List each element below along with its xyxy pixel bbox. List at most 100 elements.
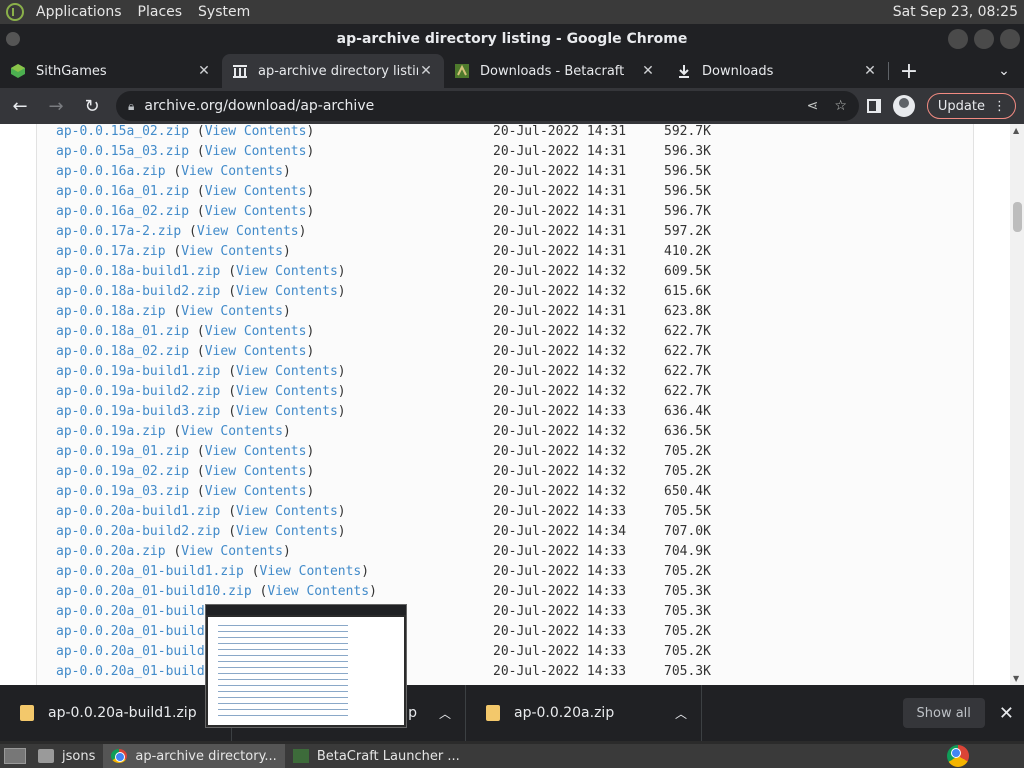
tray-chrome-icon[interactable] — [947, 745, 969, 767]
menu-applications[interactable]: Applications — [28, 0, 130, 24]
show-desktop-icon[interactable] — [4, 748, 26, 764]
view-contents-link[interactable]: View Contents — [205, 444, 307, 459]
file-link[interactable]: ap-0.0.18a-build2.zip — [56, 284, 220, 299]
close-tab-icon[interactable]: ✕ — [862, 63, 878, 79]
update-button[interactable]: Update ⋮ — [926, 93, 1016, 119]
lock-icon[interactable]: 🔒︎ — [128, 99, 134, 114]
view-contents-link[interactable]: View Contents — [181, 304, 283, 319]
view-contents-link[interactable]: View Contents — [236, 364, 338, 379]
view-contents-link[interactable]: View Contents — [205, 344, 307, 359]
close-tab-icon[interactable]: ✕ — [418, 63, 434, 79]
window-thumbnail-preview[interactable] — [205, 604, 407, 728]
view-contents-link[interactable]: View Contents — [236, 264, 338, 279]
file-link[interactable]: ap-0.0.17a-2.zip — [56, 224, 181, 239]
file-link[interactable]: ap-0.0.16a.zip — [56, 164, 166, 179]
chevron-up-icon[interactable]: ︿ — [439, 705, 451, 722]
file-link[interactable]: ap-0.0.15a_03.zip — [56, 144, 189, 159]
file-link[interactable]: ap-0.0.20a_01-build — [56, 624, 205, 639]
distro-logo-icon[interactable] — [6, 3, 24, 21]
view-contents-link[interactable]: View Contents — [236, 284, 338, 299]
file-link[interactable]: ap-0.0.20a_01-build — [56, 604, 205, 619]
maximize-button[interactable] — [974, 29, 994, 49]
view-contents-link[interactable]: View Contents — [267, 584, 369, 599]
file-link[interactable]: ap-0.0.19a.zip — [56, 424, 166, 439]
profile-avatar-icon[interactable] — [892, 95, 915, 117]
file-link[interactable]: ap-0.0.18a_01.zip — [56, 324, 189, 339]
file-link[interactable]: ap-0.0.16a_02.zip — [56, 204, 189, 219]
scrollbar-thumb[interactable] — [1013, 202, 1022, 232]
task-chrome[interactable]: ap-archive directory... — [103, 744, 285, 768]
file-link[interactable]: ap-0.0.15a_02.zip — [56, 124, 189, 139]
tab-sithgames[interactable]: SithGames ✕ — [0, 54, 222, 88]
tab-ap-archive[interactable]: ap-archive directory listing ✕ — [222, 54, 444, 88]
view-contents-link[interactable]: View Contents — [236, 384, 338, 399]
reload-icon[interactable]: ↻ — [76, 90, 108, 122]
file-link[interactable]: ap-0.0.20a_01-build1.zip — [56, 564, 244, 579]
table-row: ap-0.0.19a_01.zip (View Contents) 20-Jul-… — [56, 442, 756, 462]
file-link[interactable]: ap-0.0.18a_02.zip — [56, 344, 189, 359]
side-panel-icon[interactable] — [866, 99, 881, 113]
minimize-button[interactable] — [948, 29, 968, 49]
view-contents-link[interactable]: View Contents — [205, 204, 307, 219]
view-contents-link[interactable]: View Contents — [181, 424, 283, 439]
view-contents-link[interactable]: View Contents — [197, 224, 299, 239]
file-link[interactable]: ap-0.0.20a_01-build10.zip — [56, 584, 252, 599]
file-link[interactable]: ap-0.0.19a-build2.zip — [56, 384, 220, 399]
file-link[interactable]: ap-0.0.18a.zip — [56, 304, 166, 319]
window-menu-button[interactable] — [6, 32, 20, 46]
download-item[interactable]: ap-0.0.20a-build1.zip — [0, 685, 232, 741]
file-link[interactable]: ap-0.0.17a.zip — [56, 244, 166, 259]
clock[interactable]: Sat Sep 23, 08:25 — [893, 4, 1024, 20]
close-tab-icon[interactable]: ✕ — [196, 63, 212, 79]
file-link[interactable]: ap-0.0.19a_02.zip — [56, 464, 189, 479]
file-link[interactable]: ap-0.0.20a_01-build — [56, 644, 205, 659]
file-link[interactable]: ap-0.0.19a-build1.zip — [56, 364, 220, 379]
url-text[interactable]: archive.org/download/ap-archive — [144, 98, 374, 114]
menu-places[interactable]: Places — [130, 0, 191, 24]
view-contents-link[interactable]: View Contents — [205, 464, 307, 479]
file-link[interactable]: ap-0.0.20a-build2.zip — [56, 524, 220, 539]
view-contents-link[interactable]: View Contents — [236, 524, 338, 539]
tab-downloads[interactable]: Downloads ✕ — [666, 54, 888, 88]
file-link[interactable]: ap-0.0.20a.zip — [56, 544, 166, 559]
window-titlebar[interactable]: ap-archive directory listing - Google Ch… — [0, 24, 1024, 54]
file-link[interactable]: ap-0.0.20a_01-build — [56, 664, 205, 679]
menu-system[interactable]: System — [190, 0, 258, 24]
tab-downloads-betacraft[interactable]: Downloads - Betacraft ✕ — [444, 54, 666, 88]
view-contents-link[interactable]: View Contents — [205, 484, 307, 499]
task-jsons[interactable]: jsons — [30, 744, 103, 768]
view-contents-link[interactable]: View Contents — [181, 164, 283, 179]
share-icon[interactable]: ⋖ — [807, 98, 819, 114]
close-icon[interactable]: ✕ — [999, 703, 1014, 724]
forward-arrow-icon[interactable]: → — [40, 90, 72, 122]
view-contents-link[interactable]: View Contents — [205, 184, 307, 199]
scroll-down-icon[interactable]: ▼ — [1013, 674, 1019, 683]
task-betacraft[interactable]: BetaCraft Launcher ... — [285, 744, 468, 768]
chevron-up-icon[interactable]: ︿ — [675, 705, 687, 722]
tab-search-chevron-down-icon[interactable]: ⌄ — [984, 54, 1024, 88]
view-contents-link[interactable]: View Contents — [260, 564, 362, 579]
view-contents-link[interactable]: View Contents — [236, 504, 338, 519]
view-contents-link[interactable]: View Contents — [236, 404, 338, 419]
page-scrollbar[interactable]: ▲ ▼ — [1010, 124, 1024, 685]
address-bar[interactable]: 🔒︎ archive.org/download/ap-archive ⋖ ☆ — [116, 91, 859, 121]
file-link[interactable]: ap-0.0.18a-build1.zip — [56, 264, 220, 279]
bookmark-star-icon[interactable]: ☆ — [834, 98, 847, 114]
back-arrow-icon[interactable]: ← — [4, 90, 36, 122]
show-all-button[interactable]: Show all — [902, 698, 985, 728]
file-link[interactable]: ap-0.0.19a_01.zip — [56, 444, 189, 459]
close-tab-icon[interactable]: ✕ — [640, 63, 656, 79]
view-contents-link[interactable]: View Contents — [205, 324, 307, 339]
view-contents-link[interactable]: View Contents — [181, 544, 283, 559]
file-link[interactable]: ap-0.0.20a-build1.zip — [56, 504, 220, 519]
file-link[interactable]: ap-0.0.19a-build3.zip — [56, 404, 220, 419]
view-contents-link[interactable]: View Contents — [205, 144, 307, 159]
file-link[interactable]: ap-0.0.16a_01.zip — [56, 184, 189, 199]
file-link[interactable]: ap-0.0.19a_03.zip — [56, 484, 189, 499]
new-tab-button[interactable]: + — [889, 54, 929, 88]
download-item[interactable]: ap-0.0.20a.zip ︿ — [466, 685, 702, 741]
close-window-button[interactable] — [1000, 29, 1020, 49]
scroll-up-icon[interactable]: ▲ — [1013, 126, 1019, 135]
view-contents-link[interactable]: View Contents — [205, 124, 307, 139]
view-contents-link[interactable]: View Contents — [181, 244, 283, 259]
